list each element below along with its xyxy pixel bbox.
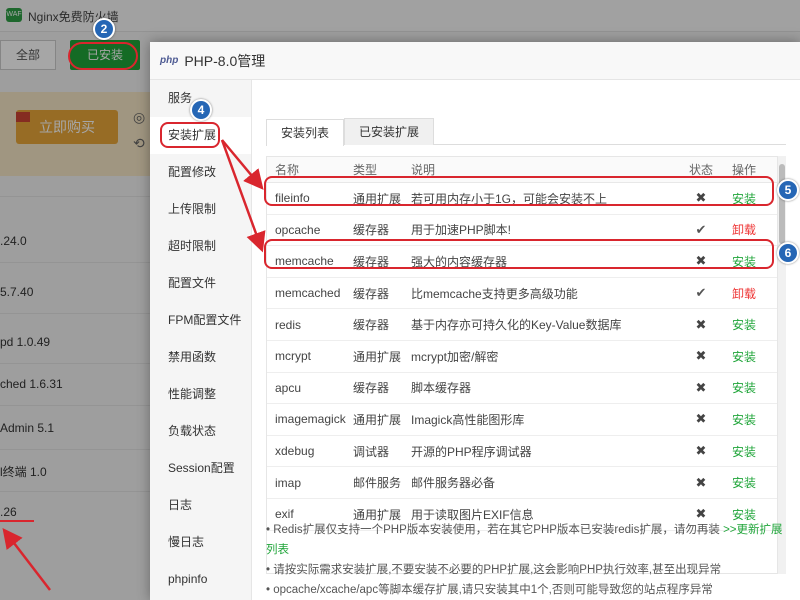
tab-installed-extensions[interactable]: 已安装扩展	[344, 118, 435, 145]
sidebar-item-session-config[interactable]: Session配置	[150, 450, 251, 487]
install-button[interactable]: 安装	[719, 443, 769, 460]
sidebar-item-config-modify[interactable]: 配置修改	[150, 154, 251, 191]
extension-type: 缓存器	[353, 381, 390, 396]
cross-icon: ✖	[695, 443, 707, 459]
extension-name: apcu	[275, 380, 302, 395]
sidebar-item-fpm-config[interactable]: FPM配置文件	[150, 302, 251, 339]
annotation-box-installed-tab	[68, 42, 138, 70]
cross-icon: ✖	[695, 348, 707, 364]
extension-description: 脚本缓存器	[411, 381, 472, 396]
extension-description: Imagick高性能图形库	[411, 412, 525, 427]
extension-table: 名称 类型 说明 状态 操作 fileinfo 通用扩展 若可用内存小于1G，可能会…	[266, 156, 778, 574]
extension-type: 缓存器	[353, 223, 390, 238]
extension-type: 通用扩展	[353, 412, 402, 427]
table-row: apcu 缓存器 脚本缓存器 ✖ 安装	[267, 373, 777, 405]
extension-name: memcached	[275, 286, 341, 301]
extension-description: 用于加速PHP脚本!	[411, 223, 512, 238]
dialog-header: php PHP-8.0管理	[150, 42, 800, 80]
annotation-badge-2: 2	[93, 18, 115, 40]
table-row: imagemagick 通用扩展 Imagick高性能图形库 ✖ 安装	[267, 404, 777, 436]
uninstall-button[interactable]: 卸载	[719, 221, 769, 238]
annotation-box-memcached-row	[264, 239, 774, 269]
dialog-sidebar: 服务 安装扩展 配置修改 上传限制 超时限制 配置文件 FPM配置文件 禁用函数…	[150, 80, 252, 600]
annotation-badge-4: 4	[190, 99, 212, 121]
php-icon: php	[160, 55, 179, 66]
install-button[interactable]: 安装	[719, 379, 769, 396]
note-item: • opcache/xcache/apc等脚本缓存扩展,请只安装其中1个,否则可…	[266, 584, 713, 596]
extension-name: imap	[275, 475, 302, 490]
sidebar-item-upload-limit[interactable]: 上传限制	[150, 191, 251, 228]
sidebar-item-slow-log[interactable]: 慢日志	[150, 524, 251, 561]
sidebar-item-performance[interactable]: 性能调整	[150, 376, 251, 413]
note-text: Redis扩展仅支持一个PHP版本安装使用，若在其它PHP版本已安装redis扩…	[273, 524, 720, 536]
table-row: imap 邮件服务 邮件服务器必备 ✖ 安装	[267, 467, 777, 499]
scroll-thumb[interactable]	[779, 164, 785, 244]
table-body: fileinfo 通用扩展 若可用内存小于1G，可能会安装不上 ✖ 安装 opcache 缓…	[267, 183, 777, 531]
check-icon: ✔	[695, 221, 707, 237]
tab-install-list[interactable]: 安装列表	[266, 119, 345, 146]
note-text: opcache/xcache/apc等脚本缓存扩展,请只安装其中1个,否则可能导…	[273, 584, 713, 596]
check-icon: ✔	[695, 285, 707, 301]
extension-name: xdebug	[275, 444, 315, 459]
extension-description: 开源的PHP程序调试器	[411, 444, 532, 459]
sidebar-item-timeout-limit[interactable]: 超时限制	[150, 228, 251, 265]
annotation-box-install-extension	[160, 122, 220, 148]
extension-type: 缓存器	[353, 286, 390, 301]
extension-description: 比memcache支持更多高级功能	[411, 286, 578, 301]
table-row: mcrypt 通用扩展 mcrypt加密/解密 ✖ 安装	[267, 341, 777, 373]
note-item: • Redis扩展仅支持一个PHP版本安装使用，若在其它PHP版本已安装redi…	[266, 524, 783, 556]
extension-type: 通用扩展	[353, 349, 402, 364]
annotation-badge-6: 6	[777, 242, 799, 264]
sidebar-item-log[interactable]: 日志	[150, 487, 251, 524]
annotation-badge-5: 5	[777, 179, 799, 201]
sidebar-item-config-file[interactable]: 配置文件	[150, 265, 251, 302]
php-manager-dialog: php PHP-8.0管理 服务 安装扩展 配置修改 上传限制 超时限制 配置文…	[150, 42, 800, 600]
extension-description: 基于内存亦可持久化的Key-Value数据库	[411, 318, 622, 333]
sidebar-item-disabled-functions[interactable]: 禁用函数	[150, 339, 251, 376]
annotation-box-opcache-row	[264, 176, 774, 206]
extension-name: redis	[275, 317, 302, 332]
extension-name: imagemagick	[275, 412, 346, 427]
tab-bar: 安装列表 已安装扩展	[266, 118, 786, 146]
extension-name: mcrypt	[275, 349, 311, 364]
cross-icon: ✖	[695, 411, 707, 427]
note-item: • 请按实际需求安装扩展,不要安装不必要的PHP扩展,这会影响PHP执行效率,甚…	[266, 564, 722, 576]
cross-icon: ✖	[695, 379, 707, 395]
table-row: redis 缓存器 基于内存亦可持久化的Key-Value数据库 ✖ 安装	[267, 309, 777, 341]
notes-list: • Redis扩展仅支持一个PHP版本安装使用，若在其它PHP版本已安装redi…	[266, 520, 786, 600]
uninstall-button[interactable]: 卸载	[719, 285, 769, 302]
note-text: 请按实际需求安装扩展,不要安装不必要的PHP扩展,这会影响PHP执行效率,甚至出…	[273, 564, 722, 576]
install-button[interactable]: 安装	[719, 316, 769, 333]
install-button[interactable]: 安装	[719, 411, 769, 428]
dialog-title: PHP-8.0管理	[184, 52, 266, 69]
extension-description: mcrypt加密/解密	[411, 349, 499, 364]
extension-type: 缓存器	[353, 318, 390, 333]
extension-type: 调试器	[353, 444, 390, 459]
cross-icon: ✖	[695, 474, 707, 490]
table-row: xdebug 调试器 开源的PHP程序调试器 ✖ 安装	[267, 436, 777, 468]
table-scrollbar[interactable]	[778, 156, 786, 574]
sidebar-item-load-status[interactable]: 负载状态	[150, 413, 251, 450]
cross-icon: ✖	[695, 316, 707, 332]
install-button[interactable]: 安装	[719, 474, 769, 491]
extension-description: 邮件服务器必备	[411, 476, 496, 491]
sidebar-item-phpinfo[interactable]: phpinfo	[150, 561, 251, 598]
install-button[interactable]: 安装	[719, 348, 769, 365]
extension-name: opcache	[275, 222, 321, 237]
table-row: memcached 缓存器 比memcache支持更多高级功能 ✔ 卸载	[267, 278, 777, 310]
extension-type: 邮件服务	[353, 476, 402, 491]
